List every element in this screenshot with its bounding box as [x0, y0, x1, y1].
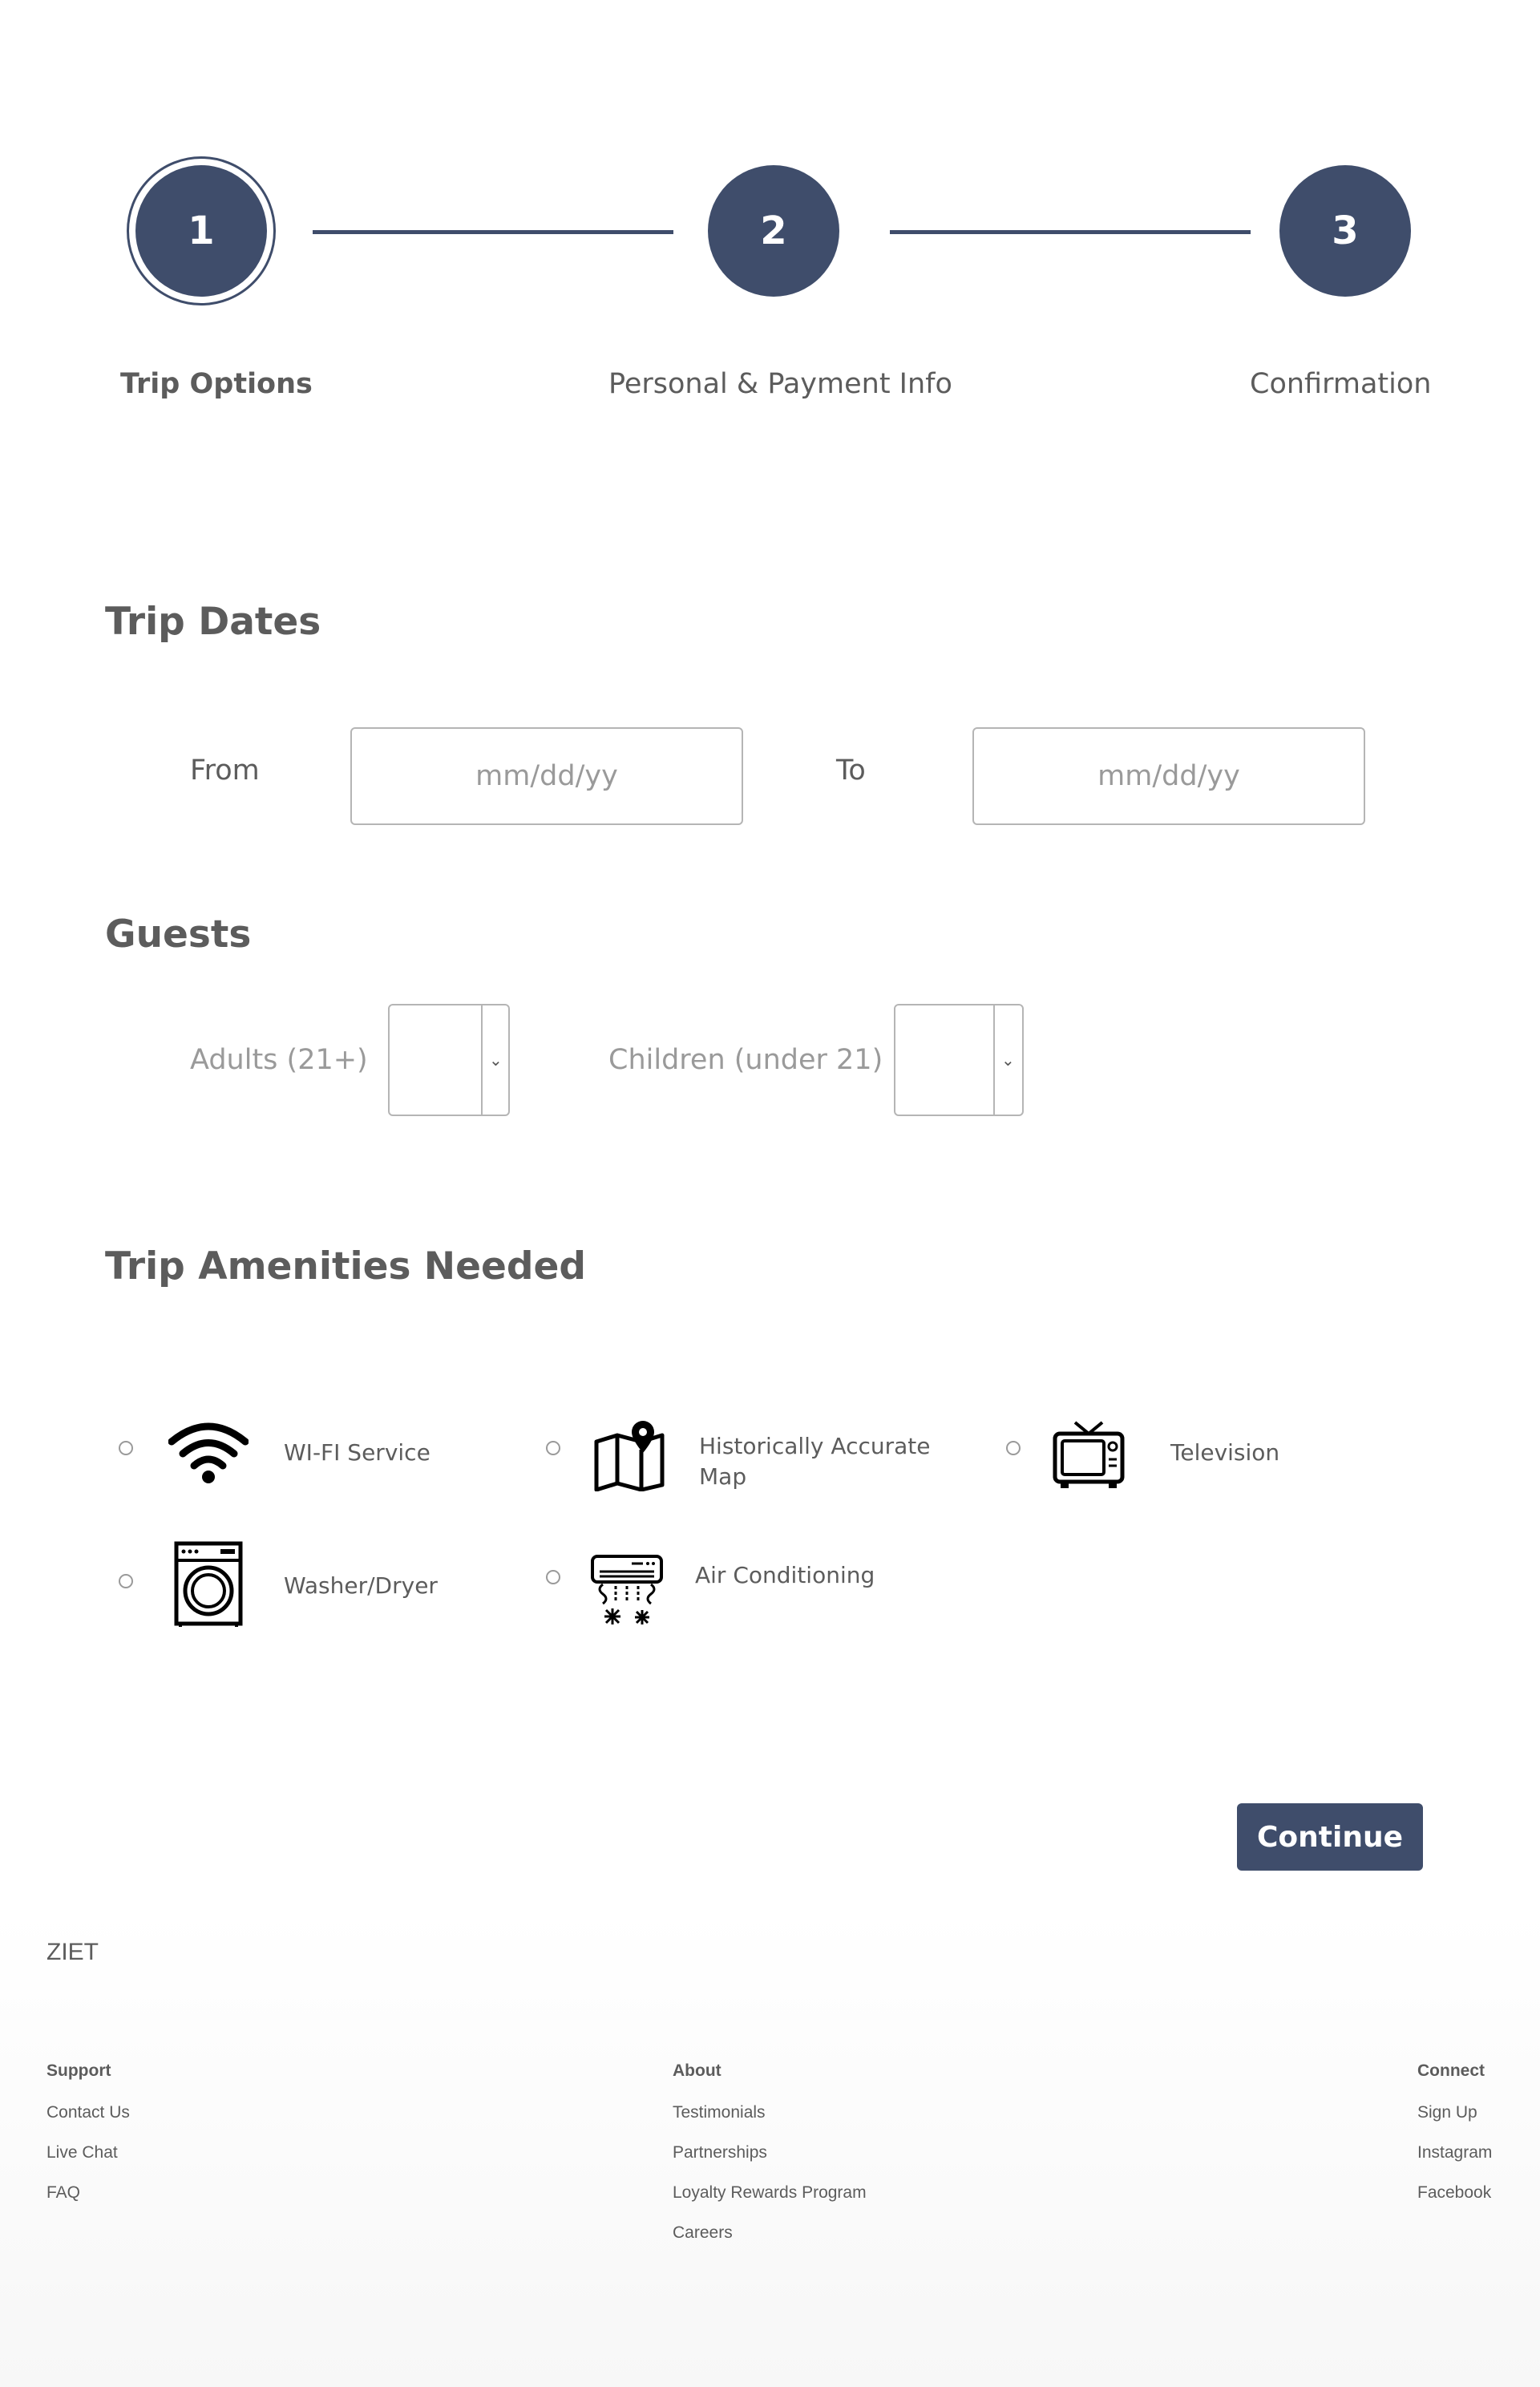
adults-select[interactable]: ⌄ [388, 1004, 510, 1116]
footer-link-facebook[interactable]: Facebook [1417, 2184, 1491, 2201]
footer-link-loyalty-rewards[interactable]: Loyalty Rewards Program [673, 2184, 867, 2201]
children-select[interactable]: ⌄ [894, 1004, 1024, 1116]
footer-link-live-chat[interactable]: Live Chat [46, 2144, 118, 2161]
washing-machine-icon [174, 1541, 243, 1627]
step-2-circle[interactable]: 2 [708, 165, 839, 297]
amenities-heading: Trip Amenities Needed [105, 1244, 587, 1289]
amenity-label-wifi: WI-FI Service [284, 1439, 430, 1466]
adults-label: Adults (21+) [190, 1044, 368, 1076]
continue-button[interactable]: Continue [1237, 1803, 1423, 1871]
step-connector-2 [890, 230, 1251, 234]
step-2-label: Personal & Payment Info [608, 368, 952, 400]
air-conditioning-radio[interactable] [546, 1570, 560, 1584]
television-radio[interactable] [1006, 1441, 1021, 1455]
washer-radio[interactable] [119, 1574, 133, 1588]
children-select-divider [993, 1005, 995, 1115]
to-label: To [836, 755, 866, 787]
step-1-number: 1 [188, 208, 215, 253]
guests-heading: Guests [105, 912, 252, 957]
from-label: From [190, 755, 260, 787]
footer-link-instagram[interactable]: Instagram [1417, 2144, 1492, 2161]
trip-dates-heading: Trip Dates [105, 600, 321, 644]
chevron-down-icon[interactable]: ⌄ [1001, 1052, 1015, 1068]
amenity-label-map: Historically Accurate Map [699, 1433, 931, 1490]
footer-heading-support: Support [46, 2061, 111, 2080]
amenity-label-washer: Washer/Dryer [284, 1572, 438, 1599]
chevron-down-icon[interactable]: ⌄ [489, 1052, 503, 1068]
from-date-input[interactable] [350, 727, 743, 825]
step-3-label: Confirmation [1250, 368, 1432, 400]
amenity-label-air-conditioning: Air Conditioning [695, 1562, 875, 1588]
television-icon [1053, 1421, 1125, 1488]
map-radio[interactable] [546, 1441, 560, 1455]
footer-heading-about: About [673, 2061, 721, 2080]
wifi-radio[interactable] [119, 1441, 133, 1455]
footer-link-faq[interactable]: FAQ [46, 2184, 80, 2201]
footer-brand-logo[interactable]: ZIET [46, 1940, 99, 1964]
footer-link-contact-us[interactable]: Contact Us [46, 2104, 130, 2121]
footer-link-careers[interactable]: Careers [673, 2224, 733, 2241]
footer-link-sign-up[interactable]: Sign Up [1417, 2104, 1477, 2121]
to-date-input[interactable] [972, 727, 1365, 825]
step-1-label: Trip Options [120, 368, 313, 400]
footer [0, 1908, 1540, 2387]
amenity-label-television: Television [1170, 1439, 1280, 1466]
footer-link-partnerships[interactable]: Partnerships [673, 2144, 767, 2161]
map-pin-icon [594, 1421, 665, 1491]
step-1-circle[interactable]: 1 [135, 165, 267, 297]
footer-link-testimonials[interactable]: Testimonials [673, 2104, 766, 2121]
air-conditioner-icon [591, 1555, 663, 1624]
adults-select-divider [481, 1005, 483, 1115]
wifi-icon [168, 1422, 249, 1483]
children-label: Children (under 21) [608, 1044, 883, 1076]
step-3-number: 3 [1332, 208, 1359, 253]
step-connector-1 [313, 230, 673, 234]
step-2-number: 2 [760, 208, 787, 253]
footer-heading-connect: Connect [1417, 2061, 1485, 2080]
step-3-circle[interactable]: 3 [1279, 165, 1411, 297]
